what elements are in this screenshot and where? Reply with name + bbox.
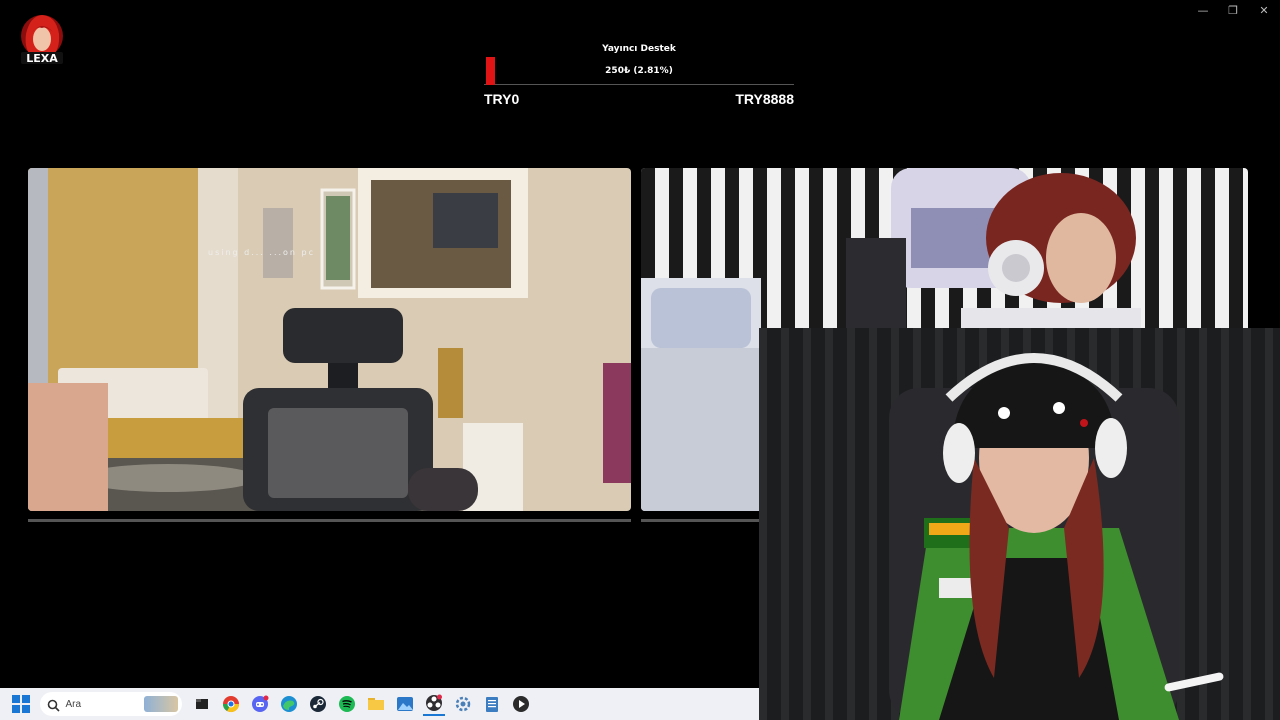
room-camera-feed: using d... ...on pc <box>28 168 631 511</box>
discord-icon[interactable] <box>249 693 271 715</box>
goal-amount: 250₺ (2.81%) <box>605 66 673 76</box>
search-icon <box>47 697 60 716</box>
goal-min-label: TRY0 <box>484 91 520 107</box>
spotify-icon[interactable] <box>336 693 358 715</box>
donation-goal-widget: Yayıncı Destek 250₺ (2.81%) TRY0 TRY8888 <box>484 40 794 110</box>
taskbar-search-input[interactable]: Ara <box>39 692 182 716</box>
goal-max-label: TRY8888 <box>735 91 794 107</box>
chrome-icon[interactable] <box>220 693 242 715</box>
steam-icon[interactable] <box>307 693 329 715</box>
search-highlight-icon <box>143 696 178 712</box>
svg-text:LEXA: LEXA <box>26 52 58 65</box>
edge-icon[interactable] <box>278 693 300 715</box>
close-button[interactable]: ✕ <box>1257 4 1271 18</box>
goal-bar-track <box>484 84 794 85</box>
streamer-camera-feed <box>759 328 1280 720</box>
settings-icon[interactable] <box>452 693 474 715</box>
restore-button[interactable]: ❐ <box>1226 4 1240 18</box>
camera-overlay-text: using d... ...on pc <box>208 248 316 257</box>
channel-logo: LEXA <box>16 12 68 70</box>
search-placeholder: Ara <box>65 698 82 710</box>
file-explorer-icon[interactable] <box>191 693 213 715</box>
photos-icon[interactable] <box>394 693 416 715</box>
goal-title: Yayıncı Destek <box>602 44 676 54</box>
media-player-icon[interactable] <box>510 693 532 715</box>
guest-camera-strip <box>641 519 759 522</box>
start-icon[interactable] <box>10 693 32 715</box>
obs-icon[interactable] <box>423 692 445 716</box>
room-camera-strip <box>28 519 631 522</box>
folder-icon[interactable] <box>365 693 387 715</box>
minimize-button[interactable]: — <box>1196 4 1210 18</box>
taskbar: Ara <box>0 688 759 720</box>
notepad-icon[interactable] <box>481 693 503 715</box>
